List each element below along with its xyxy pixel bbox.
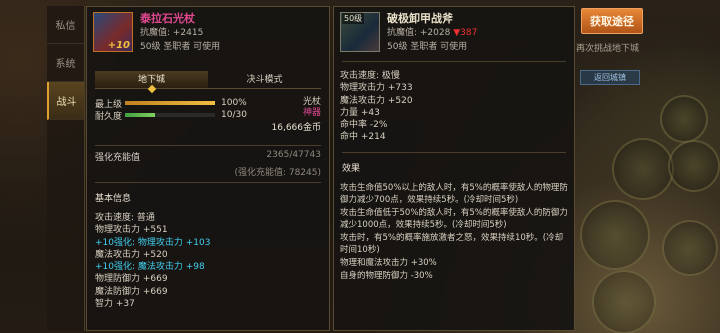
stat-line: 物理攻击力 +551	[95, 225, 168, 236]
effect-title: 效果	[342, 163, 361, 174]
stat-line: 物理防御力 +669	[95, 274, 168, 285]
effect-line: 自身的物理防御力 -30%	[340, 270, 433, 281]
stat-line: 力量 +43	[340, 107, 380, 118]
item-name: 泰拉石光杖	[140, 12, 195, 25]
stat-line: 命中率 -2%	[340, 120, 388, 131]
basic-info-title: 基本信息	[95, 194, 132, 204]
item-name: 破极卸甲战斧	[387, 12, 453, 25]
stat-line: +10强化: 魔法攻击力 +98	[95, 262, 205, 273]
item-price: 16,666金币	[271, 123, 322, 133]
tab-battle[interactable]: 战斗	[47, 82, 84, 120]
resist-drop: ▼387	[453, 28, 478, 38]
axe-item-icon: 50级	[340, 12, 380, 52]
basic-stats-list: 攻击速度: 普通物理攻击力 +551 +10强化: 物理攻击力 +103 魔法攻击力…	[87, 212, 329, 310]
upgrade-level: +10	[107, 40, 130, 51]
stat-line: 命中 +214	[340, 132, 386, 143]
tab-system[interactable]: 系统	[47, 44, 84, 82]
compare-stats-list: 攻击速度: 极慢物理攻击力 +733 魔法攻击力 +520 力量 +43 命中率 -2…	[334, 66, 574, 148]
stat-line: 魔法防御力 +669	[95, 286, 168, 297]
equipped-item-panel: +10 泰拉石光杖 抗魔值: +2415 50级 圣职者 可使用 地下城 决斗模…	[86, 6, 330, 331]
item-requirement: 50级 圣职者 可使用	[387, 42, 468, 52]
level-badge: 50级	[342, 13, 365, 24]
stat-line: 智力 +37	[95, 299, 135, 310]
stat-line: 攻击速度: 普通	[95, 213, 155, 223]
get-source-button[interactable]: 获取途径	[581, 8, 643, 34]
tab-duel[interactable]: 决斗模式	[208, 71, 321, 88]
stat-line: +10强化: 物理攻击力 +103	[95, 237, 211, 248]
side-tabs: 私信 系统 战斗	[47, 6, 85, 331]
tab-private-messages[interactable]: 私信	[47, 6, 84, 44]
item-requirement: 50级 圣职者 可使用	[140, 42, 221, 52]
staff-item-icon: +10	[93, 12, 133, 52]
compare-item-panel: 50级 破极卸甲战斧 抗魔值: +2028 ▼387 50级 圣职者 可使用 攻…	[333, 6, 575, 331]
reinforce-value: 2365/47743	[266, 150, 321, 160]
durability-value: 10/30	[221, 110, 247, 120]
resist-value: 抗魔值: +2415	[140, 28, 204, 38]
stat-line: 魔法攻击力 +520	[340, 95, 413, 106]
effect-line: 攻击生命值50%以上的敌人时，有5%的概率使敌人的物理防御力减少700点，效果持…	[340, 182, 568, 205]
stat-line: 攻击速度: 极慢	[340, 71, 400, 81]
durability-label: 耐久度	[95, 111, 123, 122]
retry-dungeon-hint[interactable]: 再次挑战地下城	[576, 41, 639, 54]
effect-line: 攻击时，有5%的概率施放激者之怒，效果持续10秒。(冷却时间10秒)	[340, 232, 564, 255]
return-town-button[interactable]: 返回城镇	[580, 70, 640, 85]
mode-tabs: 地下城 决斗模式	[95, 71, 321, 89]
weapon-type: 光杖	[302, 97, 321, 107]
effect-line: 攻击生命值低于50%的敌人时，有5%的概率使敌人的防御力减少1000点，效果持续…	[340, 207, 568, 230]
stat-line: 魔法攻击力 +520	[95, 249, 168, 260]
effect-list: 攻击生命值50%以上的敌人时，有5%的概率使敌人的物理防御力减少700点，效果持…	[334, 182, 574, 282]
grade-value: 100%	[221, 98, 247, 108]
durability-bar	[125, 113, 215, 117]
weapon-rarity-tag: 神器	[302, 108, 321, 118]
effect-line: 物理和魔法攻击力 +30%	[340, 257, 437, 268]
reinforce-label: 强化充能值	[95, 153, 141, 163]
reinforce-total: (强化充能值: 78245)	[234, 168, 321, 178]
resist-value: 抗魔值: +2028	[387, 28, 451, 38]
tab-dungeon[interactable]: 地下城	[95, 71, 208, 88]
stat-line: 物理攻击力 +733	[340, 83, 413, 94]
grade-bar	[125, 101, 215, 105]
